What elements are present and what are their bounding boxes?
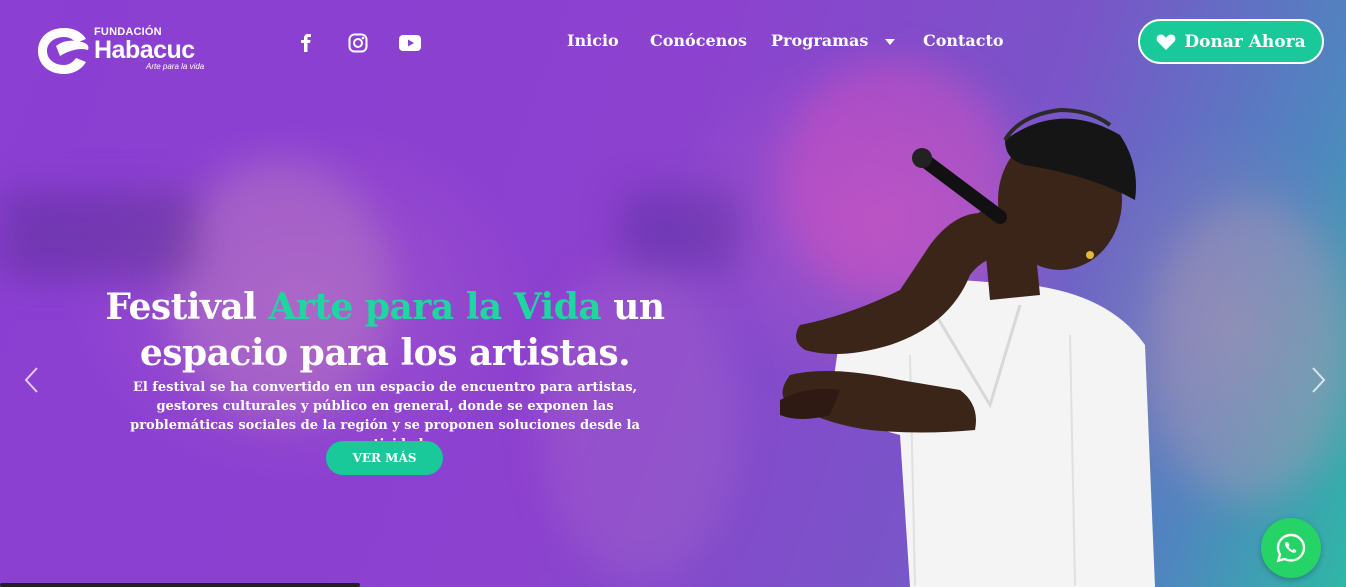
whatsapp-button[interactable] [1261, 518, 1321, 578]
habacuc-logo-icon [38, 28, 89, 74]
hero-slider: FUNDACIÓN Habacuc Arte para la vida Inic… [0, 0, 1346, 587]
nav-programas[interactable]: Programas [771, 31, 896, 50]
ver-mas-button[interactable]: VER MÁS [326, 441, 443, 475]
hero-title-part1: Festival [105, 286, 269, 328]
horizontal-scrollbar[interactable] [0, 583, 360, 587]
background-blur [620, 190, 740, 270]
logo[interactable]: FUNDACIÓN Habacuc Arte para la vida [36, 22, 216, 78]
nav-contacto[interactable]: Contacto [923, 31, 1004, 50]
slider-prev-arrow-icon[interactable] [22, 366, 42, 394]
nav-programas-label: Programas [771, 31, 869, 50]
donate-label: Donar Ahora [1184, 31, 1306, 52]
whatsapp-icon [1276, 533, 1306, 563]
chevron-down-icon [885, 38, 895, 45]
donate-button[interactable]: Donar Ahora [1138, 19, 1324, 64]
facebook-icon[interactable] [293, 30, 319, 56]
nav-conocenos[interactable]: Conócenos [650, 31, 747, 50]
singer-image [780, 107, 1155, 587]
nav-inicio[interactable]: Inicio [567, 31, 619, 50]
heart-icon [1157, 34, 1176, 50]
hero-title-highlight: Arte para la Vida [268, 286, 602, 328]
hero-title: Festival Arte para la Vida un espacio pa… [95, 284, 675, 376]
logo-tagline: Arte para la vida [146, 62, 205, 71]
instagram-icon[interactable] [345, 30, 371, 56]
youtube-icon[interactable] [397, 30, 423, 56]
slider-next-arrow-icon[interactable] [1308, 366, 1328, 394]
logo-name: Habacuc [94, 36, 195, 64]
background-blur [0, 190, 200, 280]
